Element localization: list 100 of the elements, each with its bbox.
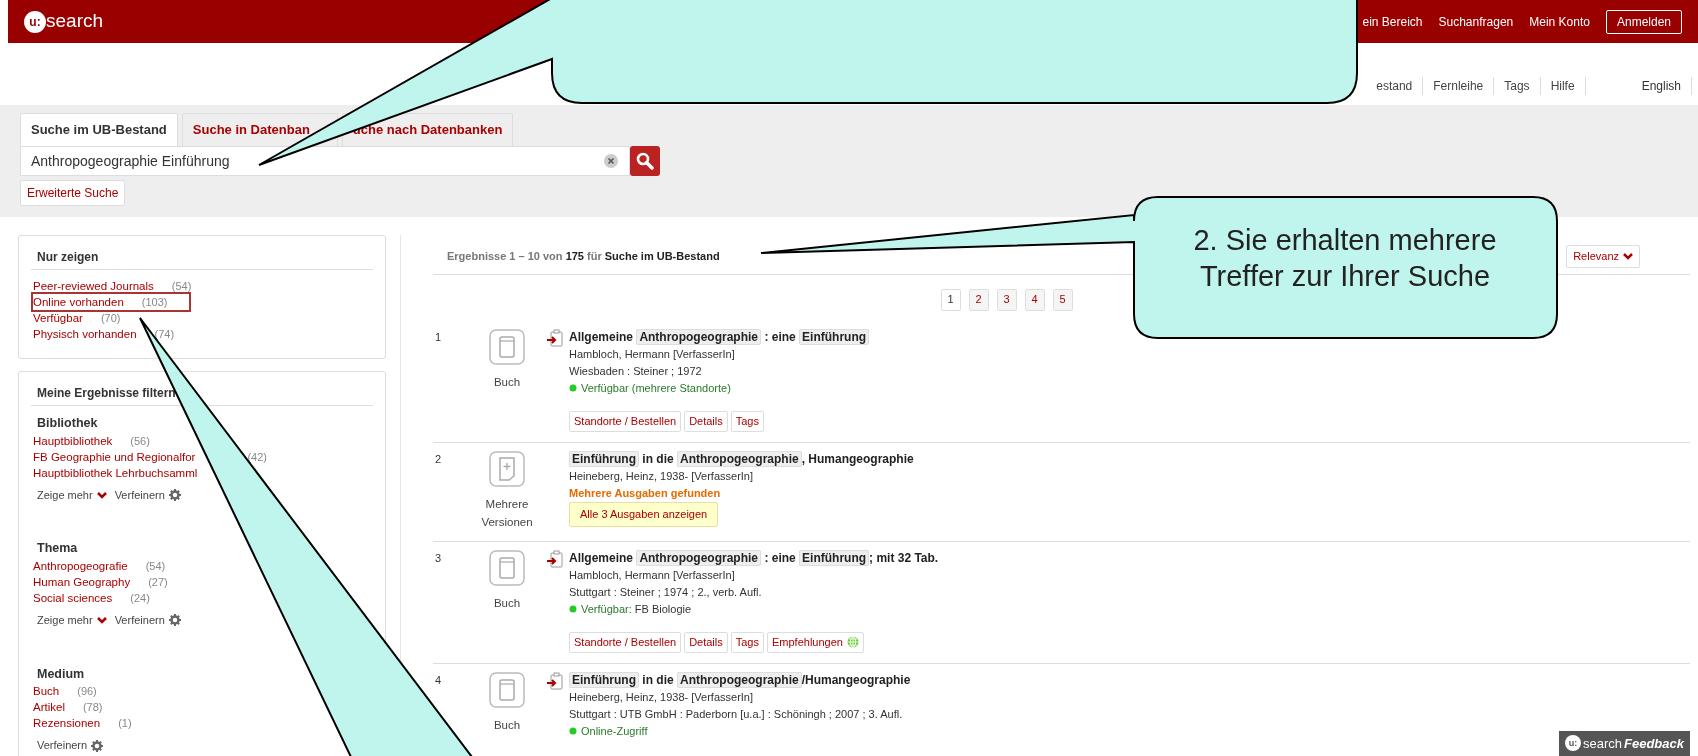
author-text: Heineberg, Heinz, 1938- [VerfasserIn] <box>569 689 755 705</box>
result-title[interactable]: Allgemeine Anthropogeographie : eine Einführung ; mit 32 Tab. <box>569 549 939 567</box>
facet-link[interactable]: Rezensionen <box>33 715 101 732</box>
chevron-icon <box>1623 252 1633 261</box>
availability-text: Verfügbar (mehrere Standorte) <box>581 380 731 396</box>
facet-count: (70) <box>100 311 121 326</box>
group-title: Thema <box>36 540 79 558</box>
facet-count: (1) <box>118 716 132 732</box>
status-dot-icon <box>569 605 577 613</box>
facet-count: (54) <box>171 279 192 294</box>
gear-icon <box>168 489 181 501</box>
facet-count: (27) <box>148 575 168 590</box>
feedback-button[interactable]: u: search Feedback <box>1559 730 1690 756</box>
sort-dropdown[interactable]: Relevanz <box>1566 245 1640 268</box>
action-button[interactable]: Details <box>684 631 728 653</box>
search-tab[interactable]: Suche in Datenban <box>181 113 338 146</box>
author-text: Hambloch, Hermann [VerfasserIn] <box>569 567 736 583</box>
nav-link[interactable]: Tags <box>1494 77 1541 95</box>
page-button[interactable]: 1 <box>940 288 961 311</box>
show-editions-button[interactable]: Alle 3 Ausgaben anzeigen <box>569 501 719 527</box>
action-button[interactable]: Standorte / Bestellen <box>569 410 682 432</box>
results-summary: Ergebnisse 1 – 10 von 175 für Suche im UB-Bestand <box>447 249 720 264</box>
login-button[interactable]: Anmelden <box>1605 9 1682 34</box>
refine-link[interactable]: Verfeinern <box>114 486 181 504</box>
search-icon <box>636 151 654 170</box>
facet-link[interactable]: Anthropogeografie <box>33 558 128 574</box>
result-number: 4 <box>434 672 443 688</box>
facet-link[interactable]: Hauptbibliothek <box>33 432 113 449</box>
imprint-text: Stuttgart : UTB GmbH : Paderborn [u.a.] : Schöningh ; 2007 ; 3. Aufl. <box>569 706 904 722</box>
result-title[interactable]: Allgemeine Anthropogeographie : eine Einführung <box>569 328 870 346</box>
status-dot-icon <box>569 727 577 735</box>
media-type-label: Buch <box>493 717 521 733</box>
panel-title: Nur zeigen <box>31 248 373 270</box>
book-icon <box>489 549 525 586</box>
nav-link[interactable]: ein Bereich <box>1362 12 1423 31</box>
page-button[interactable]: 3 <box>996 288 1017 311</box>
gear-icon <box>91 739 104 752</box>
document-icon <box>489 450 525 487</box>
nav-link[interactable]: Mein Konto <box>1529 12 1590 31</box>
refine-link[interactable]: Verfeinern <box>114 612 181 629</box>
availability-text: Online-Zugriff <box>581 723 648 739</box>
facet-count: (54) <box>145 559 166 574</box>
imprint-text: Wiesbaden : Steiner ; 1972 <box>569 363 703 379</box>
nav-link[interactable]: Fernleihe <box>1423 77 1495 95</box>
facet-link[interactable]: Verfügbar <box>33 310 83 326</box>
author-text: Heineberg, Heinz, 1938- [VerfasserIn] <box>569 468 755 484</box>
versions-note: Mehrere Ausgaben gefunden <box>569 485 722 501</box>
media-type-label: Mehrere Versionen <box>481 496 533 530</box>
nav-link[interactable]: Hilfe <box>1540 77 1586 95</box>
show-more-link[interactable]: Zeige mehr <box>37 486 107 504</box>
facet-link[interactable]: FB Geographie und Regionalfor <box>33 448 196 465</box>
page-button[interactable]: 4 <box>1024 288 1045 311</box>
show-more-link[interactable]: Zeige mehr <box>37 612 107 629</box>
advanced-search-button[interactable]: Erweiterte Suche <box>20 179 126 206</box>
result-number: 3 <box>434 550 443 566</box>
facet-link[interactable]: Physisch vorhanden <box>33 326 137 342</box>
action-button[interactable]: Empfehlungen <box>767 631 864 653</box>
facet-count: (74) <box>154 327 175 342</box>
facet-count: (24) <box>130 591 150 606</box>
facet-link[interactable]: Artikel <box>33 699 65 716</box>
result-number: 1 <box>434 329 443 345</box>
facet-link[interactable]: Social sciences <box>33 590 113 606</box>
imprint-text: Stuttgart : Steiner ; 1974 ; 2., verb. Aufl. <box>569 584 763 600</box>
page-button[interactable]: 2 <box>968 288 989 311</box>
globe-icon <box>846 636 859 648</box>
nav-link[interactable]: estand <box>1376 77 1424 95</box>
callout-text: 2. Sie erhalten mehrere Treffer zur Ihrer Suche <box>1192 223 1498 294</box>
facet-link[interactable]: Peer-reviewed Journals <box>33 278 154 294</box>
clear-icon <box>604 153 618 168</box>
status-dot-icon <box>569 384 577 392</box>
book-icon <box>489 328 525 365</box>
action-button[interactable]: Details <box>684 410 728 432</box>
facet-link[interactable]: Hauptbibliothek Lehrbuchsamml <box>33 464 198 481</box>
search-button[interactable] <box>630 145 660 176</box>
language-link[interactable]: English <box>1631 77 1692 95</box>
group-title: Bibliothek <box>36 415 99 432</box>
search-field[interactable]: Anthropogeographie Einführung <box>20 145 630 176</box>
media-type-label: Buch <box>493 595 521 611</box>
facet-count: (42) <box>247 449 267 465</box>
facet-link[interactable]: Buch <box>33 683 60 700</box>
facet-count: (78) <box>82 700 103 716</box>
nav-link[interactable]: Suchanfragen <box>1438 12 1514 31</box>
media-type-label: Buch <box>493 374 521 390</box>
action-button[interactable]: Standorte / Bestellen <box>569 631 682 653</box>
gear-icon <box>168 614 181 627</box>
logo[interactable]: u: search <box>24 7 104 36</box>
action-button[interactable]: Tags <box>730 410 764 432</box>
result-title[interactable]: Einführung in die Anthropogeographie , Humangeographie <box>569 450 914 468</box>
book-icon <box>489 671 525 708</box>
action-button[interactable]: Tags <box>730 631 764 653</box>
availability-text: Verfügbar: FB Biologie <box>581 601 692 617</box>
result-title[interactable]: Einführung in die Anthropogeographie /Humangeographie <box>569 671 911 689</box>
refine-link[interactable]: Verfeinern <box>37 737 104 754</box>
facet-count: (96) <box>77 684 97 700</box>
group-title: Medium <box>36 665 86 683</box>
facet-link[interactable]: Online vorhanden <box>33 296 124 308</box>
chevron-icon <box>96 616 107 625</box>
page-button[interactable]: 5 <box>1052 288 1073 311</box>
facet-link[interactable]: Human Geography <box>33 574 131 590</box>
search-tab[interactable]: Suche im UB-Bestand <box>20 113 178 146</box>
